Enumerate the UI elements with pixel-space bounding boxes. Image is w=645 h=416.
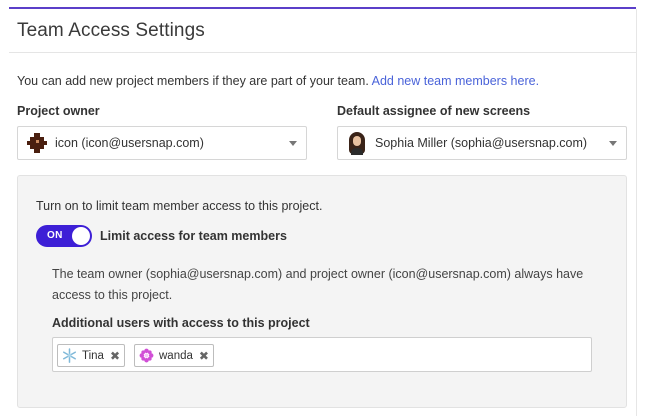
user-tag-name: Tina bbox=[82, 349, 104, 362]
top-accent-border bbox=[9, 7, 636, 9]
toggle-state-label: ON bbox=[47, 230, 63, 241]
access-intro-text: Turn on to limit team member access to t… bbox=[36, 199, 323, 213]
user-tag-tina: Tina ✖ bbox=[57, 344, 126, 367]
project-owner-value: icon (icon@usersnap.com) bbox=[55, 136, 204, 150]
additional-users-input[interactable]: Tina ✖ wanda ✖ bbox=[52, 337, 592, 372]
pixel-logo-icon bbox=[26, 132, 48, 154]
snowflake-avatar-icon bbox=[63, 348, 76, 363]
flower-avatar-icon bbox=[139, 348, 154, 363]
remove-icon[interactable]: ✖ bbox=[199, 350, 209, 362]
default-assignee-label: Default assignee of new screens bbox=[337, 104, 531, 118]
user-avatar bbox=[346, 131, 368, 155]
project-owner-select[interactable]: icon (icon@usersnap.com) bbox=[17, 126, 307, 160]
project-owner-label: Project owner bbox=[17, 104, 100, 118]
remove-icon[interactable]: ✖ bbox=[110, 350, 120, 362]
user-tag-wanda: wanda ✖ bbox=[134, 344, 214, 367]
default-assignee-value: Sophia Miller (sophia@usersnap.com) bbox=[375, 136, 588, 150]
right-divider bbox=[636, 9, 637, 416]
add-team-members-link[interactable]: Add new team members here. bbox=[372, 74, 539, 88]
intro-text: You can add new project members if they … bbox=[17, 74, 539, 88]
chevron-down-icon bbox=[289, 141, 297, 146]
chevron-down-icon bbox=[609, 141, 617, 146]
access-note: The team owner (sophia@usersnap.com) and… bbox=[52, 267, 584, 302]
additional-users-label: Additional users with access to this pro… bbox=[52, 316, 310, 330]
intro-message: You can add new project members if they … bbox=[17, 74, 369, 88]
limit-access-label: Limit access for team members bbox=[100, 229, 287, 243]
title-divider bbox=[9, 52, 636, 53]
default-assignee-select[interactable]: Sophia Miller (sophia@usersnap.com) bbox=[337, 126, 627, 160]
limit-access-toggle[interactable]: ON bbox=[36, 225, 92, 247]
page-title: Team Access Settings bbox=[17, 20, 205, 41]
toggle-knob bbox=[72, 227, 90, 245]
user-tag-name: wanda bbox=[159, 349, 193, 362]
